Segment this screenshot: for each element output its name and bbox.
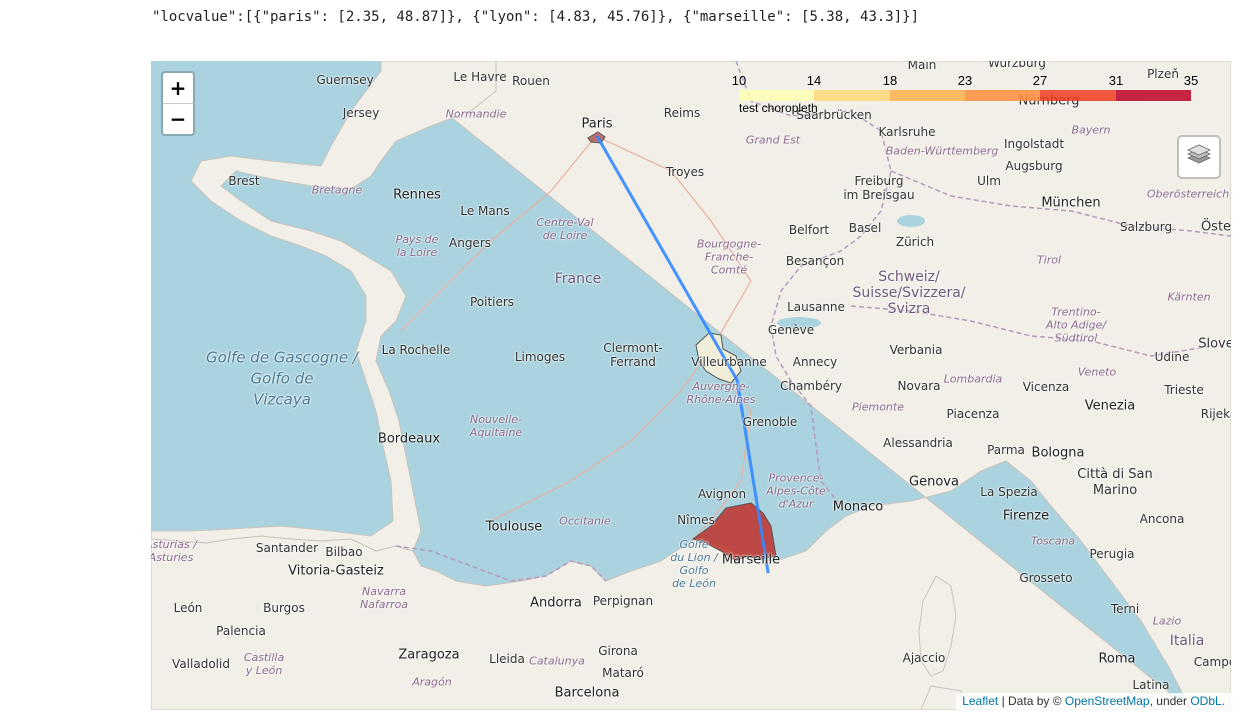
attribution-sep: | Data by © [998,694,1065,708]
map-base-tiles[interactable] [151,61,1231,710]
odbl-link[interactable]: ODbL. [1190,694,1225,708]
legend-tick: 31 [1108,73,1124,88]
lake-geneva [777,317,821,329]
zoom-control: + − [161,71,195,136]
legend-caption: test choropleth [739,101,818,115]
legend-tick: 18 [882,73,898,88]
legend-swatch [964,90,1041,101]
legend-tick: 27 [1032,73,1048,88]
osm-link[interactable]: OpenStreetMap [1065,694,1150,708]
code-output-line: "locvalue":[{"paris": [2.35, 48.87]}, {"… [152,9,920,25]
zoom-in-button[interactable]: + [163,73,193,104]
leaflet-link[interactable]: Leaflet [962,694,998,708]
legend-tick: 23 [957,73,973,88]
legend-swatch [814,90,890,101]
legend-swatch [1040,90,1116,101]
legend-tick: 14 [806,73,822,88]
land-west [151,61,497,552]
legend-swatch [1115,90,1191,101]
choropleth-legend: 10 14 18 23 27 31 35 test choropleth [731,73,1199,123]
legend-ticks: 10 14 18 23 27 31 35 [731,73,1199,89]
attribution-under: , under [1149,694,1191,708]
leaflet-map[interactable]: Guernsey Jersey Le Havre Rouen Normandie… [151,61,1231,710]
legend-tick: 35 [1183,73,1199,88]
legend-swatch [889,90,965,101]
legend-swatch [739,90,815,101]
map-attribution: Leaflet | Data by © OpenStreetMap, under… [956,693,1231,710]
legend-color-bar [739,90,1191,101]
layers-icon [1187,144,1211,164]
land-area [151,61,1231,710]
legend-tick: 10 [731,73,747,88]
layer-control-button[interactable] [1177,135,1221,179]
lake-constance [897,215,925,227]
zoom-out-button[interactable]: − [163,104,193,134]
